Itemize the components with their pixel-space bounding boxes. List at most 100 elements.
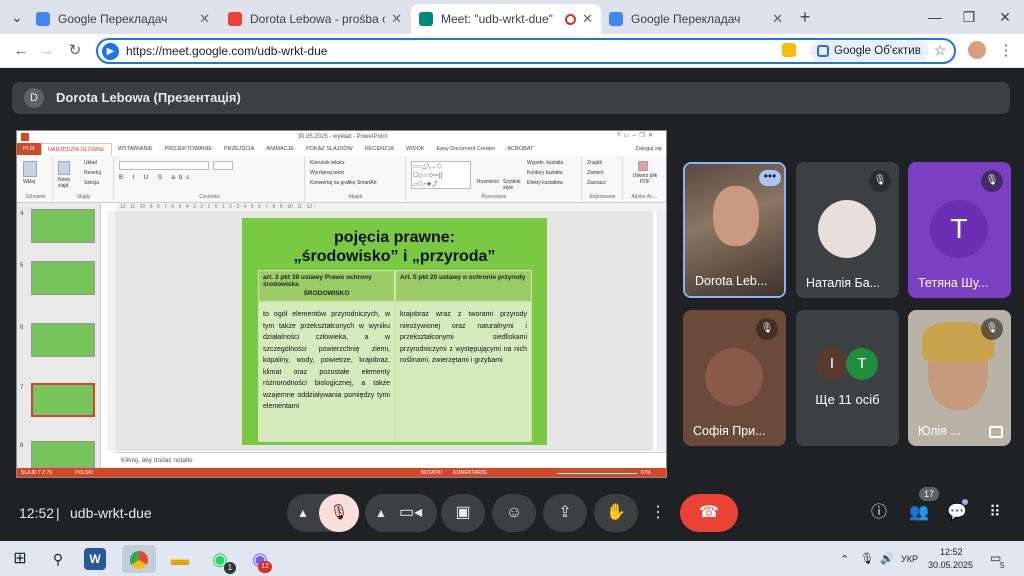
profile-avatar[interactable] — [968, 41, 986, 59]
more-options-icon[interactable]: ••• — [759, 170, 781, 186]
volume-icon[interactable]: 🔊 — [880, 552, 894, 565]
restore-icon[interactable]: ❐ — [958, 6, 980, 28]
ppt-tab-file[interactable]: PLIK — [17, 143, 41, 155]
tab-close-icon[interactable]: ✕ — [199, 11, 210, 27]
paste-icon[interactable] — [23, 161, 37, 177]
ppt-tab-view[interactable]: WIDOK — [400, 143, 431, 155]
shape-outline-button[interactable]: Kontury kształtu — [527, 170, 563, 176]
clock-time[interactable]: 12:52 — [940, 547, 963, 557]
notes-toggle[interactable]: NOTATKI — [421, 468, 442, 477]
tab-meet[interactable]: Meet: "udb-wrkt-due" ✕ — [411, 4, 601, 34]
slide-thumbnail[interactable] — [31, 209, 95, 243]
forward-icon[interactable]: → — [36, 40, 58, 62]
ppt-vertical-scrollbar[interactable] — [657, 211, 666, 451]
mic-off-button[interactable]: 🎙 — [319, 494, 359, 532]
back-icon[interactable]: ← — [10, 40, 32, 62]
smartart-button[interactable]: Konwertuj na grafikę SmartArt — [310, 180, 377, 186]
people-icon[interactable]: 👥 — [906, 500, 932, 526]
meet-extension-icon[interactable] — [782, 43, 796, 57]
ppt-tab-animations[interactable]: ANIMACJE — [260, 143, 300, 155]
tab-close-icon[interactable]: ✕ — [772, 11, 783, 27]
zoom-slider[interactable] — [557, 473, 637, 474]
reload-icon[interactable]: ↻ — [64, 40, 86, 62]
participant-tile-sofia[interactable]: 🎙 Софія При... — [683, 310, 786, 446]
comments-toggle[interactable]: KOMENTARZE — [453, 468, 487, 477]
new-tab-button[interactable]: + — [794, 6, 816, 28]
pdf-icon[interactable] — [638, 161, 648, 171]
end-call-button[interactable]: ☎ — [680, 494, 738, 532]
notes-pane[interactable]: Kliknij, aby dodać notatki — [115, 452, 666, 468]
ppt-tab-acrobat[interactable]: ACROBAT — [501, 143, 539, 155]
current-slide[interactable]: pojęcia prawne: „środowisko” i „przyroda… — [242, 218, 547, 445]
tab-google-translate-2[interactable]: Google Перекладач ✕ — [601, 4, 791, 34]
input-language[interactable]: УКР — [901, 554, 918, 564]
activities-icon[interactable]: ⠿ — [982, 500, 1008, 526]
bookmark-star-icon[interactable]: ☆ — [934, 42, 947, 59]
slide-thumbnail-selected[interactable] — [31, 383, 95, 417]
ppt-tab-home[interactable]: NARZĘDZIA GŁÓWNE — [40, 143, 112, 155]
ppt-tab-review[interactable]: RECENZJA — [359, 143, 400, 155]
section-button[interactable]: Sekcja — [84, 180, 99, 186]
align-text-button[interactable]: Wyrównaj tekst — [310, 170, 344, 176]
window-close-icon[interactable]: ✕ — [994, 6, 1016, 28]
reset-button[interactable]: Resetuj — [84, 170, 101, 176]
quick-styles-button[interactable]: Szybkie style — [503, 179, 521, 191]
text-direction-button[interactable]: Kierunek tekstu — [310, 160, 344, 166]
participant-tile-dorota[interactable]: ••• Dorota Leb... — [683, 162, 786, 298]
tab-close-icon[interactable]: ✕ — [582, 11, 593, 27]
clock-date[interactable]: 30.05.2025 — [928, 560, 973, 570]
ppt-tab-transitions[interactable]: PRZEJŚCIA — [218, 143, 260, 155]
shapes-gallery[interactable]: ▭○△╲→⬡ ☐◇☆⬭⇨{} ▱⬠◔✚⤴ — [411, 161, 471, 189]
windows-start-icon[interactable]: ⊞ — [6, 545, 34, 573]
meeting-info-icon[interactable]: ⓘ — [866, 500, 892, 526]
participant-tile-natalia[interactable]: 🎙 Наталія Ба... — [796, 162, 899, 298]
browser-menu-icon[interactable]: ⋮ — [995, 40, 1017, 62]
search-icon[interactable]: ⚲ — [44, 545, 72, 573]
tab-google-translate-1[interactable]: Google Перекладач ✕ — [28, 4, 218, 34]
tab-gmail[interactable]: Dorota Lebowa - prośba o można ✕ — [220, 4, 410, 34]
ppt-tab-design[interactable]: PROJEKTOWANIE — [159, 143, 218, 155]
layout-button[interactable]: Układ — [84, 160, 97, 166]
ppt-login[interactable]: Zaloguj się — [629, 143, 666, 155]
file-explorer-icon[interactable]: ▬ — [166, 545, 194, 573]
google-lens-button[interactable]: Google Об'єктив — [810, 41, 929, 61]
address-url[interactable]: https://meet.google.com/udb-wrkt-due — [126, 44, 327, 58]
raise-hand-button[interactable]: ✋ — [594, 494, 638, 532]
ppt-tab-insert[interactable]: WSTAWIANIE — [112, 143, 159, 155]
shape-fill-button[interactable]: Wypełn. kształtu — [527, 160, 563, 166]
emoji-button[interactable]: ☺ — [492, 494, 536, 532]
word-icon[interactable]: W — [84, 548, 106, 570]
ppt-tab-easy-doc[interactable]: Easy Document Creator — [431, 143, 502, 155]
arrange-button[interactable]: Rozmieść — [477, 179, 499, 185]
replace-button[interactable]: Zamień — [587, 170, 604, 176]
zoom-level[interactable]: 67% — [641, 468, 651, 477]
new-slide-icon[interactable] — [58, 161, 70, 175]
chrome-icon[interactable] — [122, 545, 156, 573]
participant-tile-yulia[interactable]: 🎙 Юлія ... — [908, 310, 1011, 446]
find-button[interactable]: Znajdź — [587, 160, 602, 166]
captions-button[interactable]: ▣ — [441, 494, 485, 532]
ppt-tab-slideshow[interactable]: POKAZ SLAJDÓW — [300, 143, 359, 155]
present-screen-button[interactable]: ⇪ — [543, 494, 587, 532]
font-format-buttons[interactable]: B I U S abc — [119, 175, 193, 181]
participant-tile-more[interactable]: I T Ще 11 осіб — [796, 310, 899, 446]
slide-thumbnail[interactable] — [31, 261, 95, 295]
more-options-button[interactable]: ⋮ — [645, 494, 671, 532]
meeting-code[interactable]: udb-wrkt-due — [70, 505, 152, 521]
address-bar[interactable]: ▶ https://meet.google.com/udb-wrkt-due G… — [96, 38, 956, 64]
font-size-select[interactable] — [213, 161, 233, 170]
site-info-icon[interactable]: ▶ — [102, 43, 119, 60]
slide-thumbnail[interactable] — [31, 323, 95, 357]
minimize-icon[interactable]: — — [924, 6, 946, 28]
slide-thumbnail[interactable] — [31, 441, 95, 468]
tab-search-icon[interactable]: ⌄ — [6, 6, 28, 28]
select-button[interactable]: Zaznacz — [587, 180, 606, 186]
camera-button[interactable]: ▭◂ — [399, 494, 422, 532]
participant-tile-tetiana[interactable]: T 🎙 Тетяна Шу... — [908, 162, 1011, 298]
font-name-select[interactable] — [119, 161, 209, 170]
shape-effects-button[interactable]: Efekty kształtów — [527, 180, 563, 186]
tab-close-icon[interactable]: ✕ — [391, 11, 402, 27]
audio-options-chevron-icon[interactable]: ▲ — [297, 494, 309, 532]
microphone-tray-icon[interactable]: 🎙 — [860, 552, 874, 565]
slide-thumbnail-panel[interactable]: 4 5 6 7 8 — [17, 203, 101, 468]
